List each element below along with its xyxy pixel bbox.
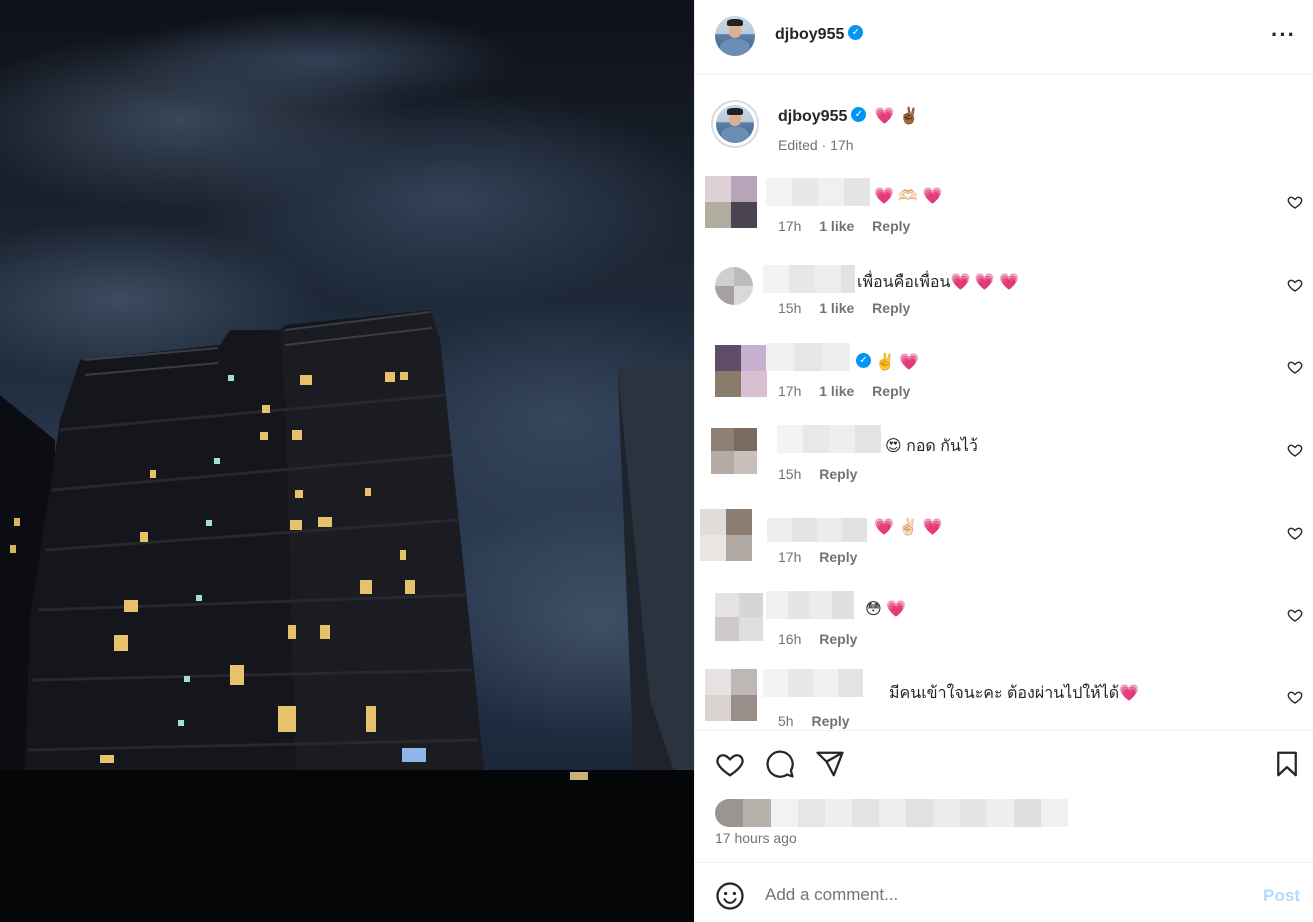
- commenter-username[interactable]: [766, 343, 850, 371]
- comment-text: เพื่อนคือเพื่อน💗 💗 💗: [857, 274, 1020, 291]
- commenter-avatar[interactable]: [700, 509, 752, 561]
- comment-text: 💗 ✌🏻 💗: [874, 519, 943, 536]
- comment-item: 💗 ✌🏻 💗 17h Reply: [695, 503, 1313, 583]
- author-avatar[interactable]: [715, 16, 755, 56]
- commenter-username[interactable]: [766, 591, 854, 619]
- comment-item: มีคนเข้าใจนะคะ ต้องผ่านไปให้ได้💗 5h Repl…: [695, 667, 1313, 730]
- commenter-username[interactable]: [777, 425, 881, 453]
- add-comment-input[interactable]: [765, 880, 1225, 910]
- author-username-row[interactable]: djboy955 ✓: [775, 25, 864, 44]
- comment-likes[interactable]: 1 like: [819, 383, 854, 399]
- author-username[interactable]: djboy955: [775, 26, 844, 43]
- comment-meta: 17h 1 like Reply: [778, 383, 910, 399]
- comment-meta: 17h Reply: [778, 549, 857, 565]
- comments-section[interactable]: djboy955 ✓ 💗 ✌🏾 Edited · 17h 💗 🫶🏻 💗 17h 1…: [695, 75, 1313, 730]
- reply-button[interactable]: Reply: [819, 631, 857, 647]
- comment-bubble-icon[interactable]: [765, 749, 795, 779]
- commenter-avatar[interactable]: [705, 176, 757, 228]
- caption-text: 💗 ✌🏾: [874, 108, 920, 125]
- comment-meta: 16h Reply: [778, 631, 857, 647]
- like-comment-heart-icon[interactable]: [1287, 525, 1303, 541]
- post-details-panel: djboy955 ✓ ··· djboy955 ✓ 💗 ✌🏾 Edited · 17…: [694, 0, 1313, 922]
- caption-avatar[interactable]: [711, 100, 759, 148]
- comment-item: 😳 💗 16h Reply: [695, 585, 1313, 665]
- comment-likes[interactable]: 1 like: [819, 300, 854, 316]
- caption-meta: Edited · 17h: [778, 137, 854, 153]
- comment-item: เพื่อนคือเพื่อน💗 💗 💗 15h 1 like Reply: [695, 255, 1313, 335]
- post-actions: 17 hours ago: [695, 730, 1313, 862]
- caption-username[interactable]: djboy955: [778, 108, 847, 125]
- like-comment-heart-icon[interactable]: [1287, 359, 1303, 375]
- comment-text-row: ✓ ✌️ 💗: [856, 352, 919, 372]
- verified-badge-icon: ✓: [851, 107, 867, 123]
- post-header: djboy955 ✓ ···: [695, 0, 1313, 75]
- comment-time[interactable]: 15h: [778, 300, 801, 316]
- comment-item: 💗 🫶🏻 💗 17h 1 like Reply: [695, 172, 1313, 252]
- comment-likes[interactable]: 1 like: [819, 218, 854, 234]
- comment-text: ✌️ 💗: [875, 354, 920, 371]
- post-timestamp[interactable]: 17 hours ago: [715, 830, 797, 846]
- comment-text: 😍 กอด กันไว้: [885, 438, 978, 455]
- verified-badge-icon: ✓: [856, 353, 871, 369]
- comment-meta: 15h 1 like Reply: [778, 300, 910, 316]
- comment-meta: 5h Reply: [778, 713, 850, 729]
- reply-button[interactable]: Reply: [819, 549, 857, 565]
- save-bookmark-icon[interactable]: [1272, 749, 1302, 779]
- comment-time[interactable]: 16h: [778, 631, 801, 647]
- commenter-avatar[interactable]: [715, 267, 753, 305]
- commenter-username[interactable]: [767, 518, 867, 542]
- commenter-avatar[interactable]: [715, 593, 763, 641]
- more-options-button[interactable]: ···: [1271, 24, 1296, 46]
- reply-button[interactable]: Reply: [872, 383, 910, 399]
- night-building-image: [0, 0, 694, 922]
- like-heart-icon[interactable]: [715, 749, 745, 779]
- like-comment-heart-icon[interactable]: [1287, 442, 1303, 458]
- comment-time[interactable]: 17h: [778, 383, 801, 399]
- like-comment-heart-icon[interactable]: [1287, 194, 1303, 210]
- like-comment-heart-icon[interactable]: [1287, 689, 1303, 705]
- comment-time[interactable]: 15h: [778, 466, 801, 482]
- post-comment-button[interactable]: Post: [1263, 886, 1300, 906]
- comment-composer: Post: [695, 862, 1313, 922]
- commenter-avatar[interactable]: [715, 345, 767, 397]
- reply-button[interactable]: Reply: [872, 218, 910, 234]
- emoji-smiley-icon[interactable]: [715, 881, 745, 911]
- commenter-username[interactable]: [763, 669, 863, 697]
- comment-text: 😳 💗: [865, 601, 907, 618]
- reply-button[interactable]: Reply: [872, 300, 910, 316]
- comment-meta: 17h 1 like Reply: [778, 218, 910, 234]
- comment-meta: 15h Reply: [778, 466, 857, 482]
- comment-time[interactable]: 17h: [778, 218, 801, 234]
- like-comment-heart-icon[interactable]: [1287, 607, 1303, 623]
- reply-button[interactable]: Reply: [811, 713, 849, 729]
- verified-badge-icon: ✓: [848, 25, 864, 41]
- commenter-username[interactable]: [766, 178, 870, 206]
- comment-text: มีคนเข้าใจนะคะ ต้องผ่านไปให้ได้💗: [889, 685, 1140, 702]
- commenter-avatar[interactable]: [711, 428, 757, 474]
- share-paper-plane-icon[interactable]: [815, 749, 845, 779]
- post-photo[interactable]: [0, 0, 694, 922]
- reply-button[interactable]: Reply: [819, 466, 857, 482]
- caption: djboy955 ✓ 💗 ✌🏾: [778, 106, 919, 126]
- comment-item: 😍 กอด กันไว้ 15h Reply: [695, 420, 1313, 500]
- comment-item: ✓ ✌️ 💗 17h 1 like Reply: [695, 337, 1313, 417]
- like-comment-heart-icon[interactable]: [1287, 277, 1303, 293]
- comment-text: 💗 🫶🏻 💗: [874, 188, 943, 205]
- comment-time[interactable]: 17h: [778, 549, 801, 565]
- comment-time[interactable]: 5h: [778, 713, 794, 729]
- commenter-username[interactable]: [763, 265, 855, 293]
- commenter-avatar[interactable]: [705, 669, 757, 721]
- liked-by-row[interactable]: [715, 799, 1068, 827]
